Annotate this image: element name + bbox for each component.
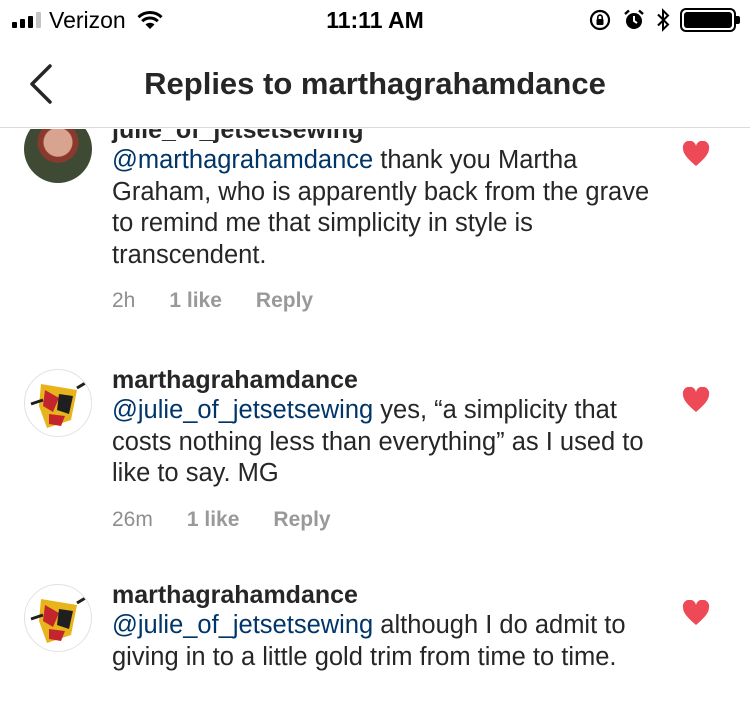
heart-icon[interactable]	[682, 141, 710, 167]
comment-body: marthagrahamdance @julie_of_jetsetsewing…	[112, 365, 652, 532]
nav-header: Replies to marthagrahamdance	[0, 40, 750, 128]
dancer-logo-icon	[30, 380, 88, 428]
comment-username[interactable]: marthagrahamdance	[112, 365, 652, 395]
reply-button[interactable]: Reply	[273, 508, 330, 532]
comment-text: @julie_of_jetsetsewing although I do adm…	[112, 610, 652, 673]
likes-count[interactable]: 1 like	[187, 508, 240, 532]
comment-age: 2h	[112, 289, 136, 312]
comment-age: 26m	[112, 507, 153, 531]
avatar[interactable]	[24, 129, 92, 183]
comment-meta: 2h 1 like Reply	[112, 289, 652, 313]
avatar[interactable]	[24, 584, 92, 652]
mention-link[interactable]: @marthagrahamdance	[112, 146, 373, 174]
status-right	[588, 6, 740, 34]
comment-body: julie_of_jetsetsewing @marthagrahamdance…	[112, 129, 652, 313]
comment-meta: 26m 1 like Reply	[112, 508, 652, 532]
comment-text: @marthagrahamdance thank you Martha Grah…	[112, 145, 652, 271]
dancer-logo-icon	[30, 595, 88, 643]
alarm-icon	[624, 9, 644, 29]
comments-list[interactable]: julie_of_jetsetsewing @marthagrahamdance…	[0, 129, 750, 711]
mention-link[interactable]: @julie_of_jetsetsewing	[112, 396, 373, 424]
comment-username[interactable]: marthagrahamdance	[112, 580, 652, 610]
rotation-lock-icon	[589, 9, 611, 31]
avatar[interactable]	[24, 369, 92, 437]
heart-icon[interactable]	[682, 600, 710, 626]
reply-button[interactable]: Reply	[256, 289, 313, 313]
comment-body: marthagrahamdance @julie_of_jetsetsewing…	[112, 580, 652, 673]
battery-icon	[680, 8, 740, 32]
comment-text: @julie_of_jetsetsewing yes, “a simplicit…	[112, 395, 652, 490]
comment-username[interactable]: julie_of_jetsetsewing	[112, 129, 652, 145]
status-bar: Verizon 11:11 AM	[0, 0, 750, 40]
heart-icon[interactable]	[682, 387, 710, 413]
likes-count[interactable]: 1 like	[169, 289, 222, 313]
bluetooth-icon	[657, 8, 670, 32]
mention-link[interactable]: @julie_of_jetsetsewing	[112, 611, 373, 639]
page-title: Replies to marthagrahamdance	[144, 66, 606, 101]
